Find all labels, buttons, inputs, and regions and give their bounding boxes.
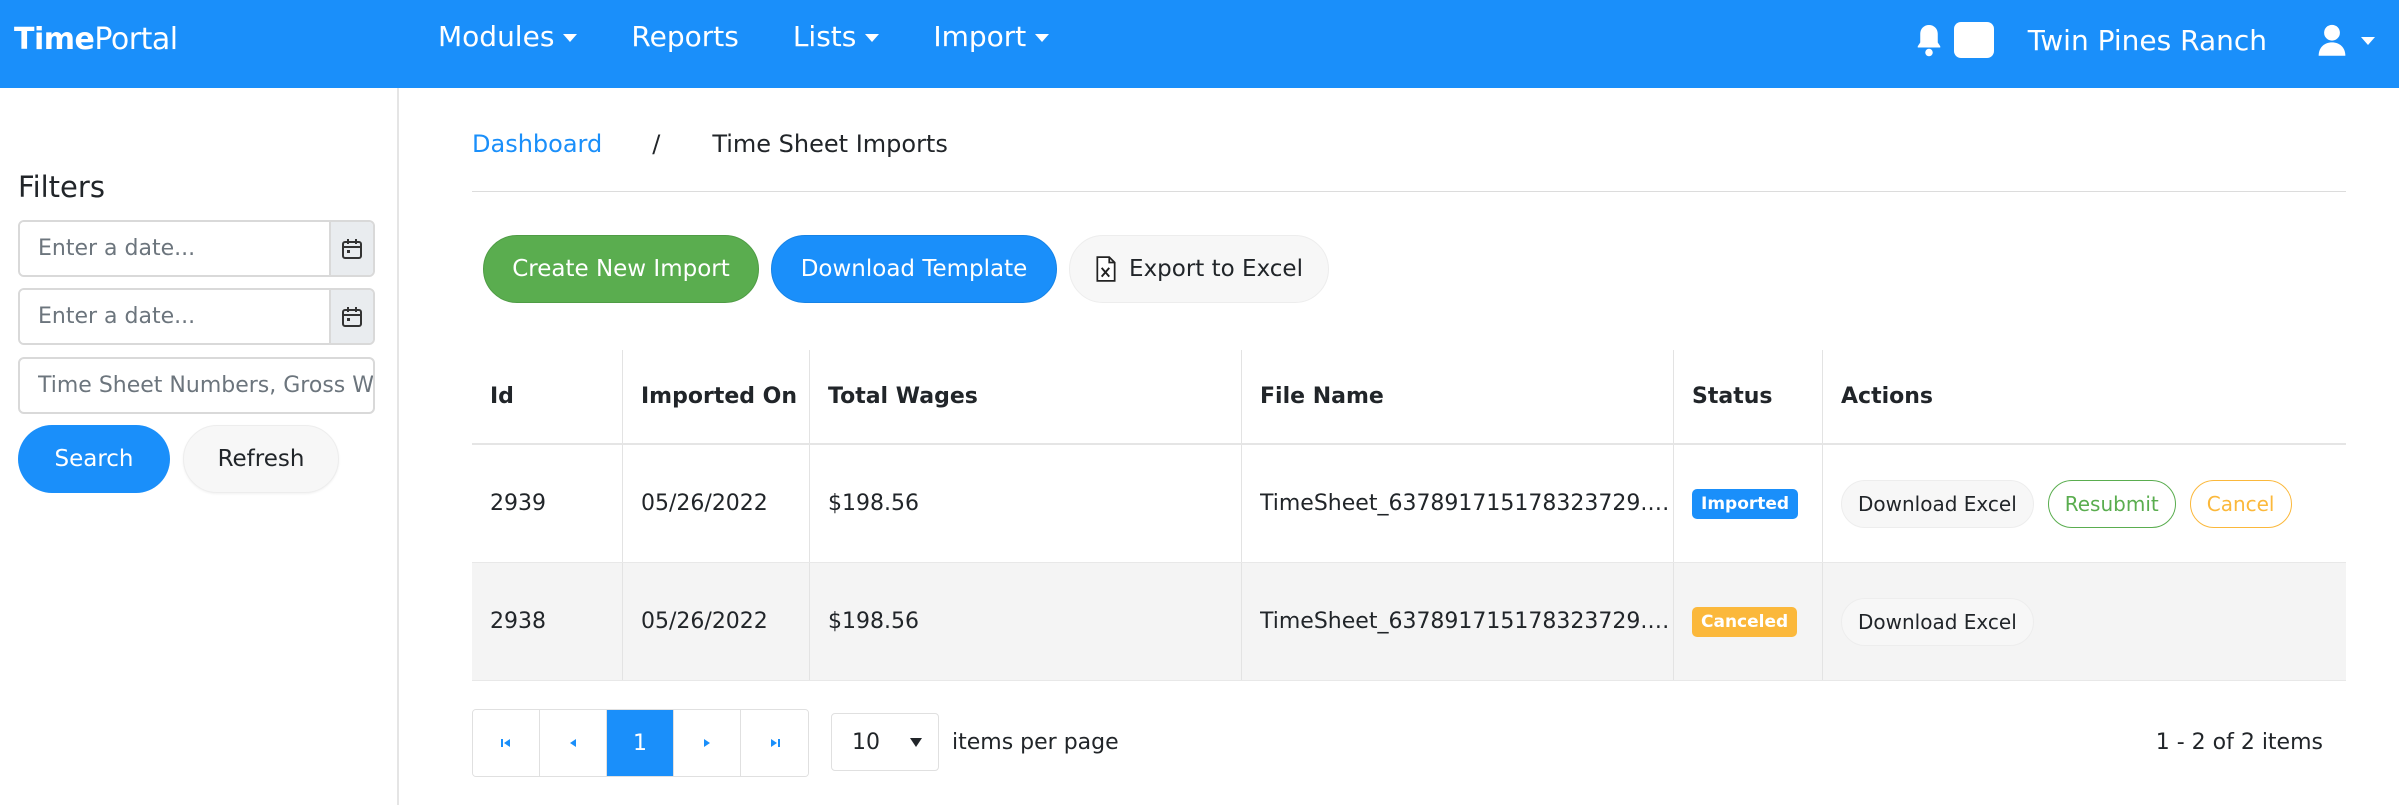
download-excel-button[interactable]: Download Excel (1841, 479, 2034, 528)
column-header-total-wages[interactable]: Total Wages (810, 350, 1242, 443)
refresh-button[interactable]: Refresh (183, 425, 339, 493)
calendar-icon (342, 306, 362, 327)
chevron-down-icon (2361, 37, 2375, 45)
resubmit-button[interactable]: Resubmit (2047, 479, 2176, 528)
nav-reports[interactable]: Reports (631, 20, 738, 53)
cell-status: Canceled (1674, 563, 1823, 680)
cell-imported-on: 05/26/2022 (623, 563, 810, 680)
organization-name[interactable]: Twin Pines Ranch (2028, 24, 2267, 57)
table-header: Id Imported On Total Wages File Name Sta… (472, 350, 2346, 445)
chevron-down-icon (865, 33, 880, 42)
cell-id: 2938 (472, 563, 623, 680)
file-name-text: TimeSheet_637891715178323729.xlsx (1260, 491, 1670, 516)
nav-import-label: Import (933, 20, 1027, 53)
page-button-current[interactable]: 1 (607, 710, 674, 776)
breadcrumb-divider (472, 191, 2346, 192)
cell-actions: Download Excel (1823, 563, 2346, 680)
nav-modules-label: Modules (438, 20, 555, 53)
filters-title: Filters (18, 170, 105, 204)
brand-bold-text: Time (14, 22, 95, 57)
page-size-value: 10 (852, 729, 880, 755)
cell-status: Imported (1674, 445, 1823, 562)
notification-badge[interactable] (1953, 22, 1994, 58)
page-size-select[interactable]: 10 (831, 713, 939, 771)
calendar-icon (342, 238, 362, 259)
app-logo[interactable]: TimePortal (14, 22, 178, 57)
cell-file-name: TimeSheet_637891715178323729.xlsx (1242, 563, 1674, 680)
nav-lists-label: Lists (792, 20, 857, 53)
cell-total-wages: $198.56 (810, 445, 1242, 562)
caret-down-icon (910, 738, 922, 747)
filters-sidebar: Filters Search Refresh (0, 88, 399, 805)
nav-import[interactable]: Import (933, 20, 1050, 53)
status-badge: Imported (1692, 488, 1799, 519)
cell-actions: Download Excel Resubmit Cancel (1823, 445, 2346, 562)
end-date-group (18, 288, 375, 345)
column-header-id[interactable]: Id (472, 350, 623, 443)
next-page-icon (704, 739, 710, 747)
start-date-calendar-button[interactable] (329, 222, 373, 275)
download-excel-button[interactable]: Download Excel (1841, 597, 2034, 646)
first-page-icon (501, 739, 510, 747)
user-icon (2318, 24, 2346, 56)
column-header-imported-on[interactable]: Imported On (623, 350, 810, 443)
nav-reports-label: Reports (631, 20, 739, 53)
nav-right: Twin Pines Ranch (1914, 20, 2375, 60)
chevron-down-icon (563, 33, 578, 42)
search-input[interactable] (18, 357, 375, 414)
user-menu[interactable] (2317, 23, 2375, 57)
export-to-excel-button[interactable]: Export to Excel (1069, 235, 1329, 303)
pager: 1 (472, 709, 809, 777)
main-nav: Modules Reports Lists Import (438, 20, 1103, 53)
column-header-file-name[interactable]: File Name (1242, 350, 1674, 443)
file-name-text: TimeSheet_637891715178323729.xlsx (1260, 609, 1670, 634)
column-header-status[interactable]: Status (1674, 350, 1823, 443)
cell-id: 2939 (472, 445, 623, 562)
excel-file-icon (1096, 256, 1116, 282)
breadcrumb: Dashboard / Time Sheet Imports (472, 130, 948, 158)
cancel-button[interactable]: Cancel (2189, 479, 2292, 528)
top-navbar: TimePortal Modules Reports Lists Import … (0, 0, 2399, 88)
nav-lists[interactable]: Lists (793, 20, 880, 53)
table-row: 2938 05/26/2022 $198.56 TimeSheet_637891… (472, 563, 2346, 681)
create-new-import-button[interactable]: Create New Import (483, 235, 759, 303)
search-button[interactable]: Search (18, 425, 170, 493)
status-badge: Canceled (1692, 606, 1798, 637)
end-date-input[interactable] (20, 290, 329, 343)
export-to-excel-label: Export to Excel (1129, 256, 1303, 282)
bell-icon[interactable] (1914, 20, 1944, 60)
first-page-button[interactable] (473, 710, 540, 776)
breadcrumb-current: Time Sheet Imports (712, 130, 948, 158)
table-row: 2939 05/26/2022 $198.56 TimeSheet_637891… (472, 445, 2346, 563)
brand-light-text: Portal (94, 22, 178, 57)
cell-total-wages: $198.56 (810, 563, 1242, 680)
start-date-group (18, 220, 375, 277)
download-template-button[interactable]: Download Template (771, 235, 1057, 303)
cell-file-name: TimeSheet_637891715178323729.xlsx (1242, 445, 1674, 562)
next-page-button[interactable] (674, 710, 741, 776)
previous-page-icon (570, 739, 576, 747)
breadcrumb-separator: / (652, 130, 661, 158)
pager-info: 1 - 2 of 2 items (2155, 730, 2323, 755)
previous-page-button[interactable] (540, 710, 607, 776)
imports-table: Id Imported On Total Wages File Name Sta… (472, 350, 2346, 681)
chevron-down-icon (1035, 33, 1050, 42)
nav-modules[interactable]: Modules (438, 20, 578, 53)
last-page-icon (770, 739, 780, 747)
cell-imported-on: 05/26/2022 (623, 445, 810, 562)
items-per-page-label: items per page (952, 730, 1119, 755)
column-header-actions: Actions (1841, 384, 1933, 409)
last-page-button[interactable] (741, 710, 808, 776)
end-date-calendar-button[interactable] (329, 290, 373, 343)
start-date-input[interactable] (20, 222, 329, 275)
breadcrumb-dashboard-link[interactable]: Dashboard (472, 130, 602, 158)
